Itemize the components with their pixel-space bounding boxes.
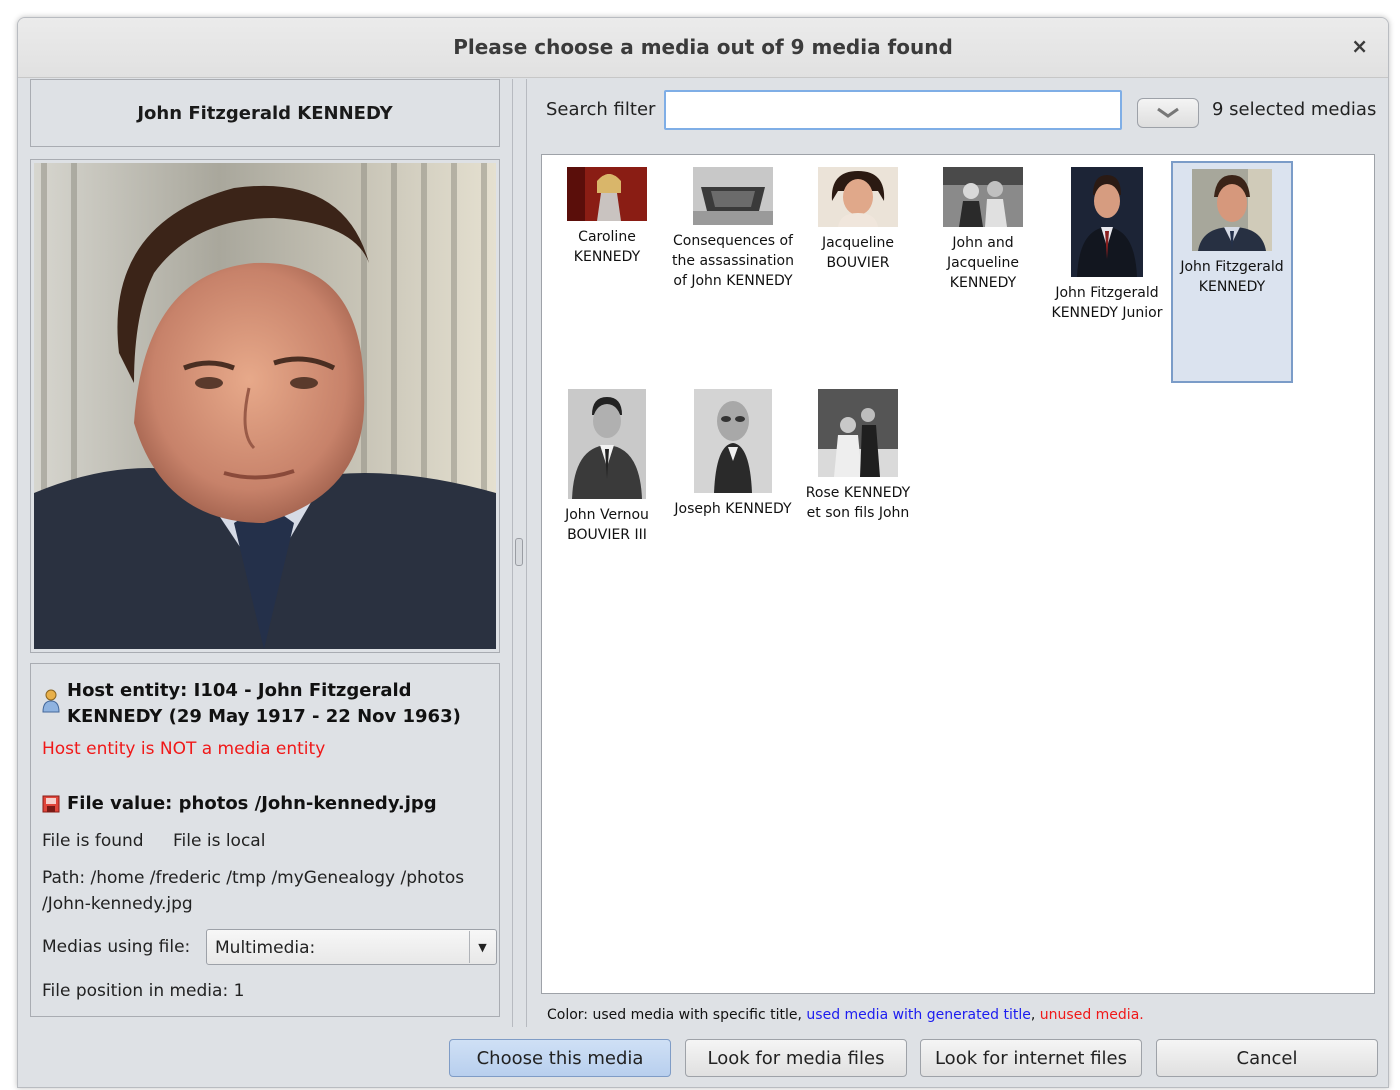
look-internet-files-button[interactable]: Look for internet files [920, 1039, 1142, 1077]
thumbnail-label: Rose KENNEDY et son fils John [805, 485, 911, 521]
person-icon [42, 689, 60, 713]
portrait-image [34, 163, 496, 649]
thumbnail-label: John Vernou BOUVIER III [565, 507, 649, 543]
portrait-color-woman-icon [818, 167, 898, 227]
file-value: File value: photos /John-kennedy.jpg [67, 793, 437, 814]
thumbnail-item[interactable]: John Fitzgerald KENNEDY Junior [1046, 167, 1168, 323]
filter-dropdown-button[interactable] [1137, 98, 1199, 128]
file-position: File position in media: 1 [42, 981, 245, 1001]
thumbnail-item[interactable]: John and Jacqueline KENNEDY [922, 167, 1044, 293]
thumbnail-item[interactable]: Consequences of the assassination of Joh… [672, 167, 794, 291]
file-local-status: File is local [173, 831, 266, 851]
search-filter-label: Search filter [546, 99, 656, 120]
title-bar: Please choose a media out of 9 media fou… [18, 18, 1388, 78]
legend-separator: , [1030, 1007, 1040, 1023]
legend-unused: unused media. [1039, 1007, 1144, 1023]
selected-count: 9 selected medias [1212, 99, 1377, 120]
host-warning: Host entity is NOT a media entity [42, 739, 326, 759]
thumbnail-label: John and Jacqueline KENNEDY [946, 235, 1020, 291]
thumbnail-item[interactable]: Joseph KENNEDY [672, 389, 794, 519]
portrait-man-suit-icon [1192, 169, 1272, 251]
close-icon[interactable]: × [1351, 34, 1368, 58]
legend-used-specific: Color: used media with specific title, [547, 1007, 807, 1023]
bw-photo-couple-icon [943, 167, 1023, 227]
portrait-man-suit-icon [1071, 167, 1143, 277]
file-path: Path: /home /frederic /tmp /myGenealogy … [42, 868, 465, 914]
thumbnail-item[interactable]: Caroline KENNEDY [546, 167, 668, 267]
medias-using-value: Multimedia: [215, 938, 316, 958]
file-icon [42, 795, 60, 813]
thumbnail-item[interactable]: Rose KENNEDY et son fils John [797, 389, 919, 523]
split-divider-right [526, 79, 527, 1027]
media-preview [30, 159, 500, 653]
host-entity-text: Host entity: I104 - John Fitzgerald KENN… [67, 680, 461, 727]
dialog-title: Please choose a media out of 9 media fou… [453, 35, 953, 59]
thumbnail-item[interactable]: John Vernou BOUVIER III [546, 389, 668, 545]
media-info-panel: Host entity: I104 - John Fitzgerald KENN… [30, 663, 500, 1017]
legend-used-generated: used media with generated title [806, 1007, 1031, 1023]
medias-using-label: Medias using file: [42, 937, 191, 957]
thumbnail-item[interactable]: Jacqueline BOUVIER [797, 167, 919, 273]
cancel-button[interactable]: Cancel [1156, 1039, 1378, 1077]
bw-photo-group-icon [818, 389, 898, 477]
choose-media-button[interactable]: Choose this media [449, 1039, 671, 1077]
color-legend: Color: used media with specific title, u… [547, 1007, 1144, 1023]
look-media-files-button[interactable]: Look for media files [685, 1039, 907, 1077]
thumbnail-label: Jacqueline BOUVIER [821, 235, 895, 271]
thumbnail-label: Consequences of the assassination of Joh… [672, 233, 794, 289]
splitter-handle[interactable] [515, 538, 523, 566]
thumbnail-label: Joseph KENNEDY [674, 501, 792, 517]
file-found-status: File is found [42, 831, 144, 851]
memorial-plaque-icon [693, 167, 773, 225]
thumbnail-label: John Fitzgerald KENNEDY Junior [1051, 285, 1163, 321]
entity-name: John Fitzgerald KENNEDY [30, 79, 500, 147]
medias-using-select[interactable]: Multimedia: ▼ [206, 929, 497, 965]
thumbnail-item-selected[interactable]: John Fitzgerald KENNEDY [1171, 161, 1293, 383]
portrait-color-woman-icon [567, 167, 647, 221]
split-divider-left [512, 79, 513, 1027]
chevron-down-icon [1157, 107, 1179, 118]
bw-portrait-man-icon [568, 389, 646, 499]
search-filter-input[interactable] [664, 90, 1122, 130]
thumbnail-label: John Fitzgerald KENNEDY [1180, 259, 1284, 295]
chevron-down-icon[interactable]: ▼ [469, 931, 495, 963]
media-chooser-dialog: Please choose a media out of 9 media fou… [17, 17, 1389, 1088]
bw-portrait-man-icon [694, 389, 772, 493]
thumbnail-label: Caroline KENNEDY [573, 229, 641, 265]
media-thumbnail-grid: Caroline KENNEDY Consequences of the ass… [541, 154, 1375, 994]
